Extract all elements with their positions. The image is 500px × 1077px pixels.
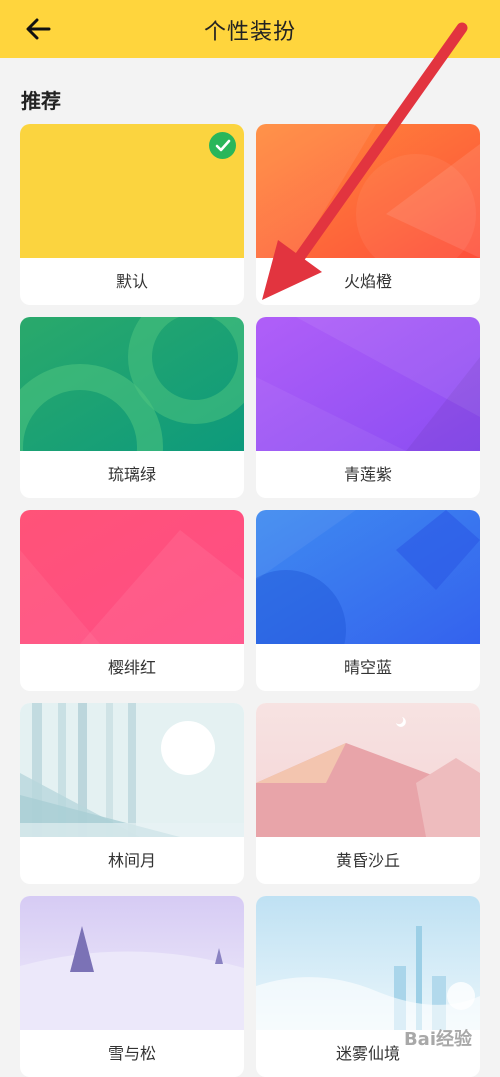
theme-card-sky-blue[interactable]: 晴空蓝	[256, 510, 480, 691]
theme-label: 默认	[115, 272, 148, 291]
theme-card-forest-moon[interactable]: 林间月	[20, 703, 244, 884]
theme-label: 青莲紫	[343, 465, 392, 484]
top-bar: 个性装扮	[0, 0, 500, 58]
theme-label: 雪与松	[107, 1044, 156, 1063]
theme-thumbnail-dusk-dune	[256, 703, 480, 837]
theme-thumbnail-sakura-red	[20, 510, 244, 644]
theme-grid: 默认 火焰橙 琉璃绿 青莲紫 樱绯红 晴空蓝 林间月 黄昏沙丘 雪与松 迷雾仙境	[20, 124, 480, 1077]
section-title-recommended: 推荐	[21, 89, 61, 113]
theme-thumbnail-lotus-purple	[256, 317, 480, 451]
theme-card-sakura-red[interactable]: 樱绯红	[20, 510, 244, 691]
theme-card-glaze-green[interactable]: 琉璃绿	[20, 317, 244, 498]
theme-card-default[interactable]: 默认	[20, 124, 244, 305]
theme-label: 黄昏沙丘	[335, 851, 400, 870]
theme-card-lotus-purple[interactable]: 青莲紫	[256, 317, 480, 498]
selected-check-icon	[209, 132, 236, 159]
theme-thumbnail-glaze-green	[20, 317, 244, 451]
theme-card-dusk-dune[interactable]: 黄昏沙丘	[256, 703, 480, 884]
theme-label: 火焰橙	[343, 272, 392, 291]
watermark: Bai经验	[403, 1029, 472, 1050]
theme-card-snow-pine[interactable]: 雪与松	[20, 896, 244, 1077]
theme-thumbnail-misty-wonderland	[256, 896, 480, 1030]
theme-thumbnail-flame-orange	[256, 124, 480, 258]
page-title: 个性装扮	[203, 20, 296, 45]
theme-label: 林间月	[107, 851, 156, 870]
theme-card-flame-orange[interactable]: 火焰橙	[256, 124, 480, 305]
theme-label: 琉璃绿	[107, 465, 156, 484]
theme-thumbnail-sky-blue	[256, 510, 480, 644]
theme-label: 樱绯红	[107, 658, 156, 677]
theme-thumbnail-forest-moon	[20, 703, 244, 837]
theme-thumbnail-snow-pine	[20, 896, 244, 1030]
theme-thumbnail-default	[20, 124, 244, 258]
theme-label: 晴空蓝	[343, 658, 392, 677]
